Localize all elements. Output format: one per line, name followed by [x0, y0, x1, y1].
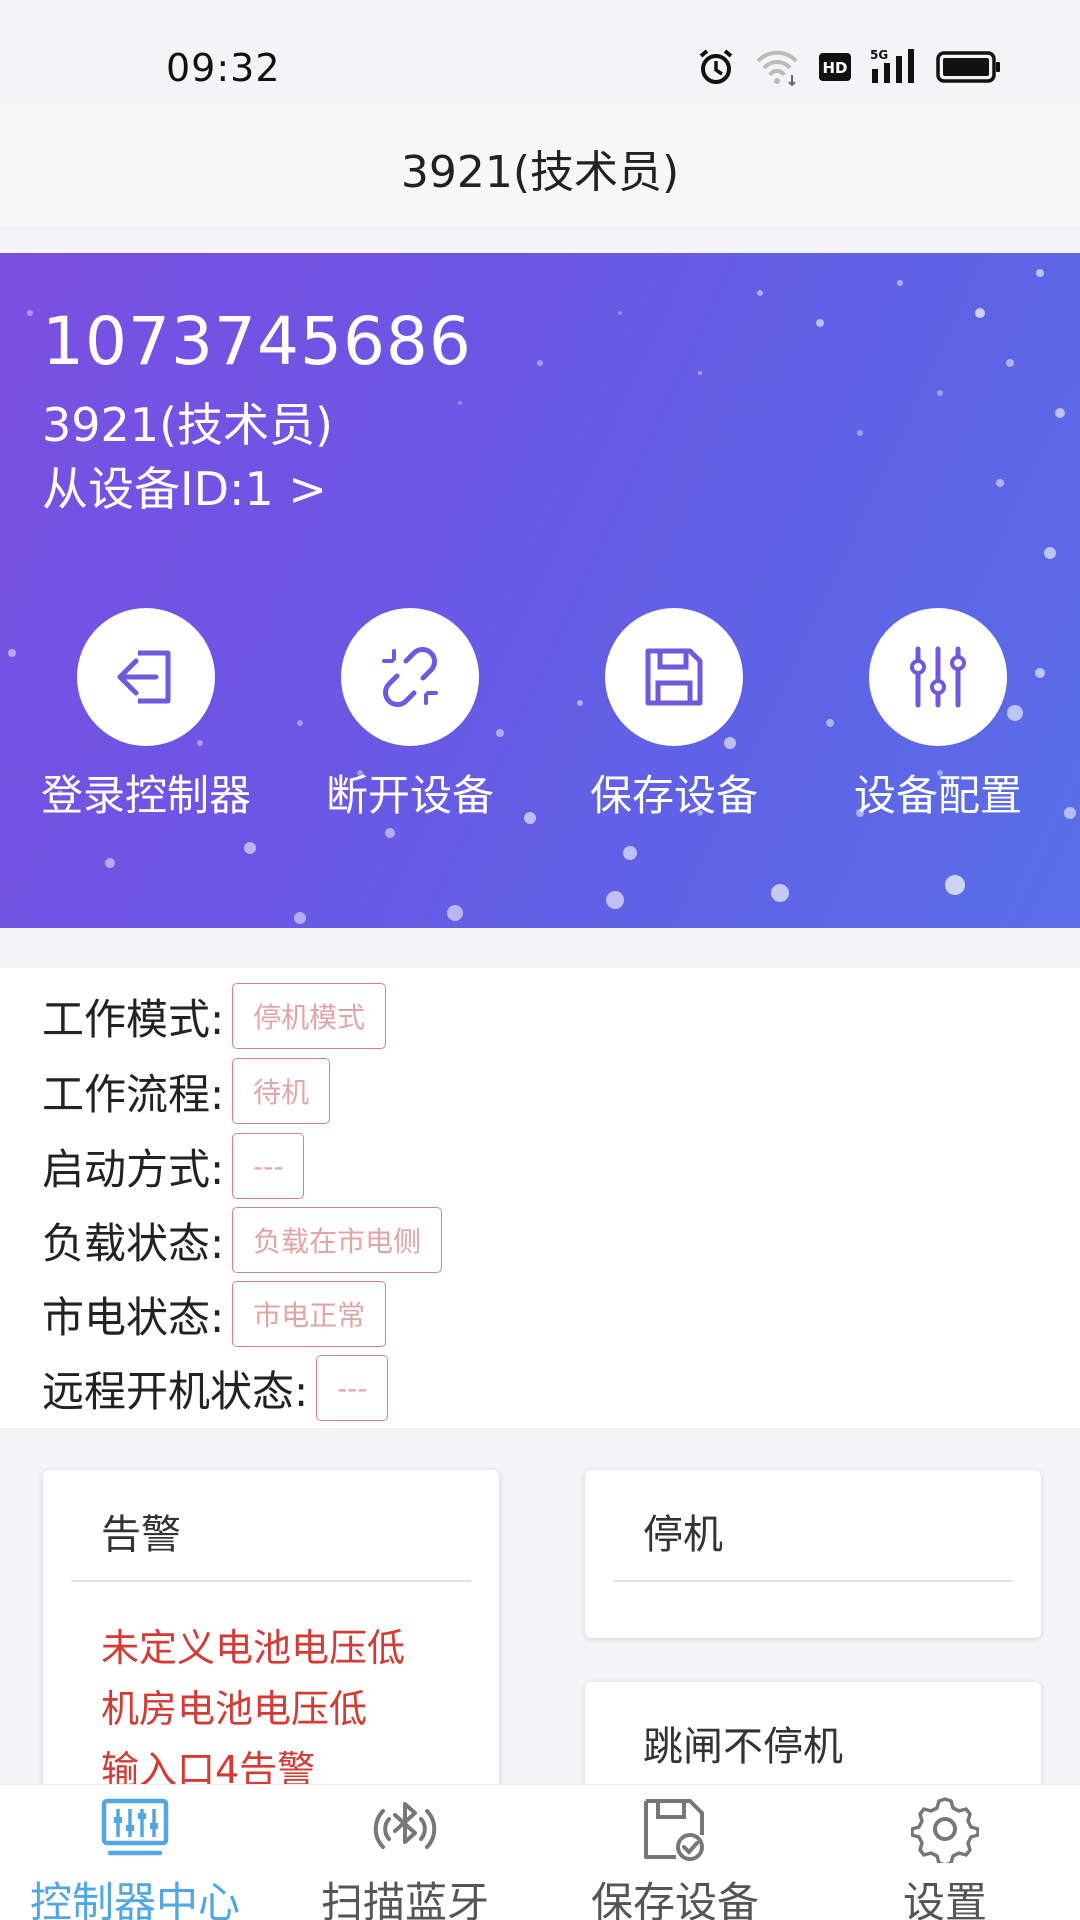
signal-5g-icon: 5G — [870, 47, 918, 87]
svg-text:5G: 5G — [870, 48, 888, 62]
device-hero-panel: 1073745686 3921(技术员) 从设备ID:1 > 登录控制器 断开设… — [0, 253, 1080, 928]
status-row-start-method: 启动方式: --- — [42, 1133, 305, 1199]
status-value: 停机模式 — [232, 983, 387, 1049]
shutdown-card[interactable]: 停机 — [585, 1470, 1041, 1638]
nav-label: 扫描蓝牙 — [320, 1878, 489, 1920]
device-config-button[interactable]: 设备配置 — [813, 608, 1063, 823]
unlink-icon — [382, 647, 438, 707]
device-user: 3921(技术员) — [42, 398, 333, 452]
nav-controller-center[interactable]: 控制器中心 — [0, 1785, 270, 1920]
alarm-item: 未定义电池电压低 — [101, 1626, 406, 1670]
hd-icon: HD — [818, 52, 852, 82]
nav-label: 设置 — [902, 1878, 987, 1920]
battery-icon — [936, 50, 1002, 84]
nav-label: 保存设备 — [590, 1878, 759, 1920]
save-icon — [645, 648, 703, 706]
status-key: 工作模式: — [42, 994, 225, 1044]
login-controller-button[interactable]: 登录控制器 — [21, 608, 271, 823]
card-title: 跳闸不停机 — [643, 1724, 843, 1770]
page-title: 3921(技术员) — [400, 147, 680, 198]
action-label: 登录控制器 — [40, 771, 251, 820]
status-row-remote-start: 远程开机状态: --- — [42, 1355, 389, 1421]
wifi-icon — [754, 47, 800, 87]
sliders-icon — [910, 646, 966, 708]
action-label: 设备配置 — [853, 771, 1022, 820]
status-value: 待机 — [232, 1058, 331, 1124]
bottom-nav: 控制器中心 扫描蓝牙 保存设备 设置 — [0, 1784, 1080, 1920]
status-value: 负载在市电侧 — [232, 1207, 443, 1273]
login-icon — [117, 650, 171, 704]
card-divider — [71, 1580, 471, 1582]
sub-device-link[interactable]: 从设备ID:1 > — [42, 453, 327, 519]
status-row-work-flow: 工作流程: 待机 — [42, 1058, 331, 1124]
nav-settings[interactable]: 设置 — [810, 1785, 1080, 1920]
alarm-list: 未定义电池电压低 机房电池电压低 输入口4告警 — [101, 1618, 405, 1801]
svg-text:HD: HD — [822, 59, 847, 77]
alarm-card[interactable]: 告警 未定义电池电压低 机房电池电压低 输入口4告警 — [43, 1470, 499, 1800]
action-label: 保存设备 — [589, 771, 758, 820]
nav-save-device[interactable]: 保存设备 — [540, 1785, 810, 1920]
status-value: --- — [232, 1133, 305, 1199]
status-icons: HD 5G — [696, 44, 1002, 90]
status-key: 工作流程: — [42, 1069, 225, 1119]
status-bar: 09:32 HD 5G — [0, 0, 1080, 104]
status-time: 09:32 — [166, 46, 281, 90]
status-row-mains: 市电状态: 市电正常 — [42, 1281, 387, 1347]
action-label: 断开设备 — [325, 771, 494, 820]
device-number: 1073745686 — [42, 303, 472, 380]
card-title: 停机 — [643, 1512, 723, 1558]
bluetooth-icon — [373, 1802, 437, 1849]
title-bar: 3921(技术员) — [0, 104, 1080, 226]
device-actions: 登录控制器 断开设备 保存设备 设备配置 — [0, 608, 1080, 828]
status-key: 市电状态: — [42, 1292, 225, 1342]
save-device-icon — [644, 1799, 704, 1861]
controller-icon — [101, 1798, 169, 1856]
status-key: 远程开机状态: — [42, 1366, 309, 1416]
disconnect-device-button[interactable]: 断开设备 — [285, 608, 535, 823]
status-value: 市电正常 — [232, 1281, 387, 1347]
status-row-load: 负载状态: 负载在市电侧 — [42, 1207, 443, 1273]
card-title: 告警 — [101, 1512, 181, 1558]
device-status-section: 工作模式: 停机模式 工作流程: 待机 启动方式: --- 负载状态: 负载在市… — [0, 968, 1080, 1428]
gear-icon — [911, 1797, 979, 1863]
status-row-work-mode: 工作模式: 停机模式 — [42, 983, 387, 1049]
status-key: 负载状态: — [42, 1218, 225, 1268]
status-value: --- — [316, 1355, 389, 1421]
nav-scan-bluetooth[interactable]: 扫描蓝牙 — [270, 1785, 540, 1920]
status-key: 启动方式: — [42, 1144, 225, 1194]
save-device-button[interactable]: 保存设备 — [549, 608, 799, 823]
nav-label: 控制器中心 — [29, 1878, 240, 1920]
card-divider — [613, 1580, 1013, 1582]
alarm-icon — [696, 47, 736, 87]
alarm-item: 机房电池电压低 — [101, 1687, 368, 1731]
